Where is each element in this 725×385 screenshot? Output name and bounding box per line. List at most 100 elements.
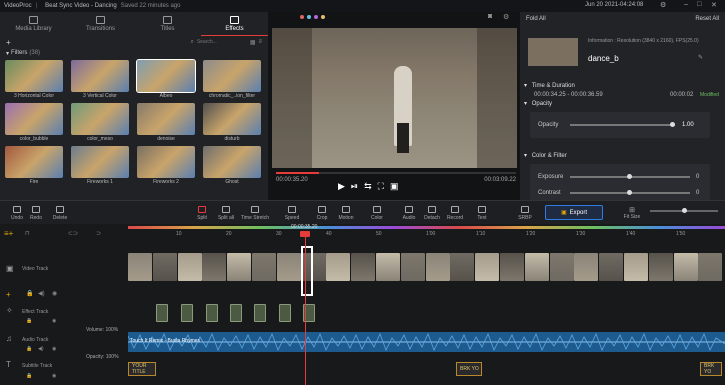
zoom-slider[interactable] bbox=[650, 208, 718, 213]
opacity-value[interactable]: 1.00 bbox=[682, 122, 694, 128]
exposure-slider[interactable] bbox=[570, 174, 690, 179]
video-clip[interactable] bbox=[624, 253, 648, 281]
lock-icon[interactable]: 🔒 bbox=[26, 290, 33, 297]
video-clip[interactable] bbox=[152, 253, 177, 281]
filters-header[interactable]: ▾ Filters (38) bbox=[0, 48, 268, 58]
video-clip[interactable] bbox=[698, 253, 723, 281]
video-clip[interactable] bbox=[351, 253, 376, 281]
video-clip[interactable] bbox=[648, 253, 673, 281]
timeline-ruler[interactable]: 10 20 30 40 50 1'00 1'10 1'20 1'30 1'40 1'50 bbox=[128, 229, 725, 240]
video-clip[interactable] bbox=[475, 253, 500, 281]
color-dot[interactable] bbox=[321, 15, 325, 19]
close-icon[interactable]: ✕ bbox=[711, 1, 717, 9]
video-clip[interactable] bbox=[549, 253, 574, 281]
filter-item[interactable]: color_meso bbox=[71, 103, 129, 144]
filter-item[interactable]: Fire bbox=[5, 146, 63, 187]
tab-media-library[interactable]: Media Library bbox=[0, 12, 67, 36]
filter-item[interactable]: 3 Horizontal Color bbox=[5, 60, 63, 101]
color-dot[interactable] bbox=[307, 15, 311, 19]
video-clip[interactable] bbox=[500, 253, 524, 281]
contrast-slider-knob[interactable] bbox=[627, 190, 632, 195]
video-clip[interactable] bbox=[376, 253, 400, 281]
video-clip[interactable] bbox=[177, 253, 202, 281]
prev-next-icon[interactable]: ⇆ bbox=[364, 181, 372, 192]
exposure-value[interactable]: 0 bbox=[696, 174, 699, 180]
step-icon[interactable]: ⏯ bbox=[351, 181, 358, 192]
tab-effects[interactable]: Effects bbox=[201, 12, 268, 36]
contrast-value[interactable]: 0 bbox=[696, 190, 699, 196]
selected-clip[interactable] bbox=[301, 246, 313, 296]
effect-clip[interactable] bbox=[254, 304, 266, 322]
video-clip[interactable] bbox=[252, 253, 276, 281]
video-clip[interactable] bbox=[599, 253, 624, 281]
video-clip[interactable] bbox=[227, 253, 252, 281]
eye-icon[interactable]: ◉ bbox=[52, 346, 56, 352]
opacity-slider[interactable] bbox=[570, 122, 675, 127]
video-clip[interactable] bbox=[574, 253, 599, 281]
play-icon[interactable]: ▶ bbox=[338, 181, 345, 192]
video-clip[interactable] bbox=[276, 253, 301, 281]
effect-clip[interactable] bbox=[156, 304, 168, 322]
mute-icon[interactable]: ◀) bbox=[38, 346, 44, 352]
lock-icon[interactable]: 🔒 bbox=[26, 346, 32, 352]
eye-icon[interactable]: ◉ bbox=[52, 290, 57, 297]
list-view-icon[interactable]: ≡ bbox=[258, 39, 262, 45]
minimize-icon[interactable]: – bbox=[684, 1, 688, 8]
tab-transitions[interactable]: Transitions bbox=[67, 12, 134, 36]
opacity-slider-knob[interactable] bbox=[670, 122, 675, 127]
fold-all-button[interactable]: Fold All bbox=[526, 16, 546, 22]
lock-icon[interactable]: 🔒 bbox=[26, 318, 32, 324]
snapshot-icon[interactable]: ◙ bbox=[488, 13, 492, 20]
video-clip[interactable] bbox=[425, 253, 450, 281]
effect-clip[interactable] bbox=[230, 304, 242, 322]
tool-delete-button[interactable]: Delete bbox=[45, 206, 75, 221]
time-duration-section[interactable]: ▾ Time & Duration bbox=[524, 82, 575, 89]
search-input[interactable]: Search... bbox=[197, 39, 247, 45]
video-clip[interactable] bbox=[673, 253, 698, 281]
effect-clip[interactable] bbox=[206, 304, 218, 322]
settings-icon[interactable]: ⚙ bbox=[660, 1, 666, 9]
edit-icon[interactable]: ✎ bbox=[698, 54, 703, 61]
add-icon[interactable]: + bbox=[6, 38, 11, 47]
video-clip[interactable] bbox=[128, 253, 152, 281]
filter-item[interactable]: color_bubble bbox=[5, 103, 63, 144]
eye-icon[interactable]: ◉ bbox=[52, 318, 56, 324]
filter-item[interactable]: Albeo bbox=[136, 59, 196, 101]
filter-item[interactable]: Fireworks 2 bbox=[137, 146, 195, 187]
filter-item[interactable]: denoise bbox=[137, 103, 195, 144]
tool-motion-button[interactable]: Motion bbox=[331, 206, 361, 221]
filter-item[interactable]: disturb bbox=[203, 103, 261, 144]
mute-icon[interactable]: ◀) bbox=[38, 290, 45, 297]
tool-time-stretch-button[interactable]: Time Stretch bbox=[240, 206, 270, 221]
fit-size-button[interactable]: ⊞ Fit Size bbox=[622, 206, 642, 220]
tool-speed-button[interactable]: Speed bbox=[277, 206, 307, 221]
subtitle-clip[interactable]: YOUR TITLE bbox=[128, 362, 156, 376]
filter-item[interactable]: chromatic_..ion_filter bbox=[203, 60, 261, 101]
playhead-line[interactable] bbox=[305, 231, 306, 385]
add-clip-icon[interactable]: + bbox=[6, 290, 11, 299]
zoom-slider-knob[interactable] bbox=[682, 208, 687, 213]
grid-view-icon[interactable]: ▦ bbox=[250, 39, 256, 46]
export-button[interactable]: ▣ Export bbox=[545, 205, 603, 220]
eye-icon[interactable]: ◉ bbox=[52, 373, 56, 379]
tool-split-all-button[interactable]: Split all bbox=[211, 206, 241, 221]
add-track-icon[interactable]: ≡+ bbox=[4, 229, 13, 238]
color-filter-section[interactable]: ▾ Color & Filter bbox=[524, 152, 567, 159]
exposure-slider-knob[interactable] bbox=[627, 174, 632, 179]
video-clip[interactable] bbox=[450, 253, 475, 281]
color-dot[interactable] bbox=[300, 15, 304, 19]
magnet-icon[interactable]: ⊓ bbox=[25, 230, 30, 237]
tool-record-button[interactable]: Record bbox=[440, 206, 470, 221]
effect-clip[interactable] bbox=[279, 304, 291, 322]
filter-item[interactable]: Ghost bbox=[203, 146, 261, 187]
effect-clip[interactable] bbox=[181, 304, 193, 322]
opacity-section[interactable]: ▾ Opacity bbox=[524, 100, 552, 107]
audio-clip[interactable]: Touch It Remix - Busta Rhymes bbox=[128, 332, 725, 352]
filter-item[interactable]: 3 Vertical Color bbox=[71, 60, 129, 101]
video-clip[interactable] bbox=[524, 253, 549, 281]
maximize-icon[interactable]: □ bbox=[697, 1, 701, 8]
video-clip[interactable] bbox=[400, 253, 425, 281]
video-clip[interactable] bbox=[326, 253, 351, 281]
subtitle-clip[interactable]: BRK YO bbox=[456, 362, 482, 376]
link-icon[interactable]: ⊂⊃ bbox=[68, 230, 78, 237]
